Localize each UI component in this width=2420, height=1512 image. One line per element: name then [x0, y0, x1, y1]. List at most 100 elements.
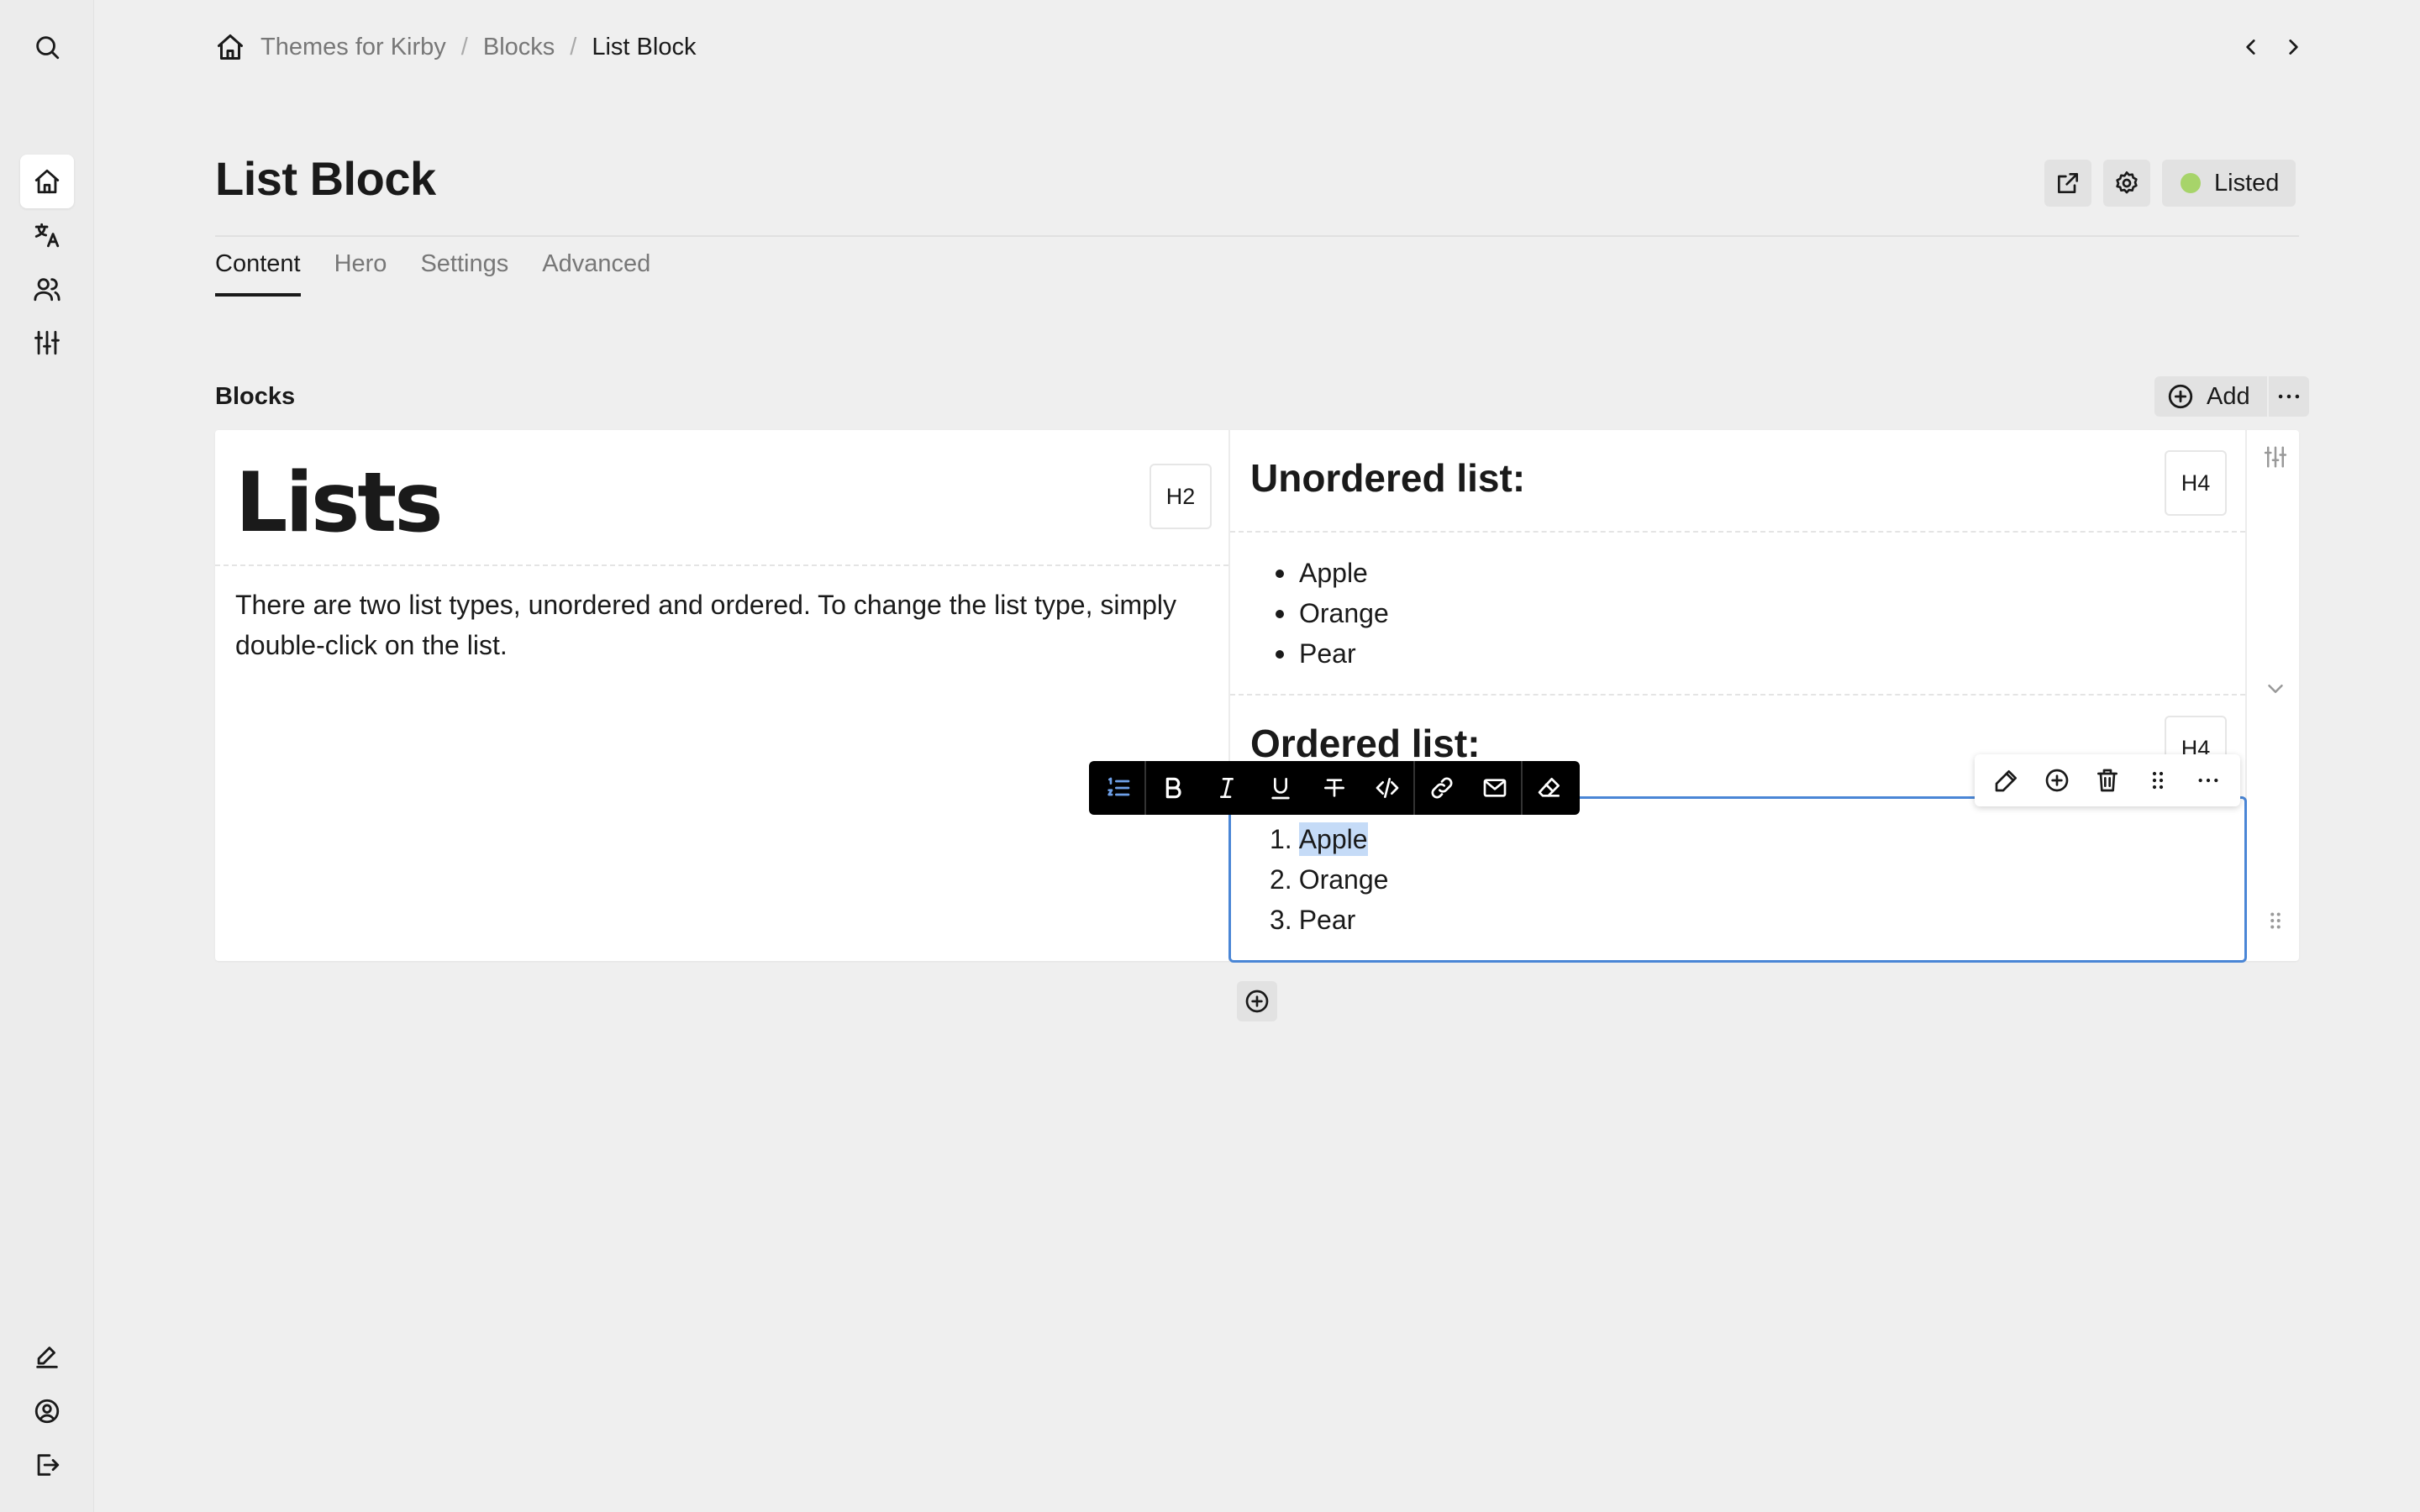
settings-button[interactable] [2103, 160, 2150, 207]
drag-handle-icon [2270, 912, 2281, 929]
next-page-button[interactable] [2279, 30, 2307, 64]
underline-icon [1271, 778, 1290, 800]
list-item: 1. Apple [1270, 819, 1388, 859]
status-button[interactable]: Listed [2162, 160, 2296, 207]
mail-icon [1483, 779, 1507, 797]
status-label: Listed [2214, 169, 2280, 197]
layout-settings-button[interactable] [2260, 442, 2291, 472]
heading-level-selector[interactable]: H2 [1150, 464, 1212, 529]
breadcrumb-item-current[interactable]: List Block [592, 34, 696, 61]
email-button[interactable] [1469, 761, 1523, 815]
tab-bar: Content Hero Settings Advanced [215, 250, 650, 297]
underline-button[interactable] [1254, 761, 1307, 815]
ordered-list-block[interactable]: 1. Apple 2. Orange 3. Pear [1228, 796, 2247, 963]
list-number: 2. [1270, 864, 1292, 895]
sidebar-menu [0, 0, 94, 1512]
more-horizontal-icon [2198, 778, 2218, 783]
tab-settings[interactable]: Settings [420, 250, 508, 297]
list-item: 2. Orange [1270, 859, 1388, 900]
list-item: 3. Pear [1270, 900, 1388, 940]
code-button[interactable] [1361, 761, 1415, 815]
home-icon[interactable] [215, 32, 245, 62]
blocks-field-actions: Add [2154, 376, 2309, 417]
bold-button[interactable] [1146, 761, 1200, 815]
breadcrumb-item-themes[interactable]: Themes for Kirby [260, 34, 446, 61]
blocks-options-button[interactable] [2269, 376, 2309, 417]
tab-hero[interactable]: Hero [334, 250, 387, 297]
link-icon [1431, 777, 1453, 799]
add-block-button[interactable]: Add [2154, 376, 2269, 417]
insert-block-button[interactable] [2032, 757, 2082, 804]
block-separator [1230, 531, 2245, 533]
sort-block-handle[interactable] [2133, 757, 2183, 804]
plus-circle-icon [2168, 384, 2193, 409]
heading-level-selector[interactable]: H4 [2165, 450, 2227, 516]
menu-item-site[interactable] [20, 155, 74, 208]
search-button[interactable] [20, 20, 74, 74]
user-circle-icon [34, 1399, 60, 1424]
italic-button[interactable] [1200, 761, 1254, 815]
breadcrumb-item-blocks[interactable]: Blocks [483, 34, 555, 61]
list-item: Apple [1276, 553, 1389, 593]
page-title: List Block [215, 152, 436, 205]
home-icon [34, 169, 60, 194]
tab-content[interactable]: Content [215, 250, 301, 297]
trash-icon [2097, 769, 2118, 792]
insert-block-below-button[interactable] [1237, 981, 1277, 1021]
menu-item-logout[interactable] [20, 1438, 74, 1492]
external-link-icon [2058, 173, 2078, 193]
pencil-icon [36, 1347, 58, 1368]
text-block[interactable]: There are two list types, unordered and … [235, 585, 1210, 665]
add-block-label: Add [2207, 382, 2250, 410]
block-options-toolbar [1975, 754, 2240, 806]
strikethrough-icon [1324, 779, 1344, 797]
header-divider [215, 235, 2299, 237]
menu-item-languages[interactable] [20, 208, 74, 262]
more-block-options-button[interactable] [2183, 757, 2233, 804]
strikethrough-button[interactable] [1307, 761, 1361, 815]
list-number: 1. [1270, 824, 1292, 854]
link-button[interactable] [1415, 761, 1469, 815]
drag-handle[interactable] [2260, 906, 2291, 936]
header-actions: Listed [2044, 160, 2296, 207]
clear-formatting-button[interactable] [1523, 761, 1576, 815]
selected-text[interactable]: Apple [1298, 822, 1368, 856]
sliders-icon [34, 330, 60, 355]
pencil-icon [1995, 770, 2017, 792]
edit-block-button[interactable] [1981, 757, 2032, 804]
page-navigation [2237, 30, 2307, 64]
menu-item-edit[interactable] [20, 1331, 74, 1384]
list-item-text[interactable]: Pear [1299, 905, 1356, 935]
breadcrumb-separator: / [460, 33, 468, 60]
plus-circle-icon [1245, 990, 1269, 1013]
gear-icon [2116, 171, 2138, 194]
bold-icon [1165, 777, 1181, 799]
heading-block-ordered[interactable]: Ordered list: [1250, 721, 1481, 766]
block-separator [1230, 694, 2245, 696]
translate-icon [34, 223, 60, 248]
delete-block-button[interactable] [2082, 757, 2133, 804]
tab-advanced[interactable]: Advanced [542, 250, 650, 297]
list-item-text[interactable]: Orange [1299, 864, 1389, 895]
ordered-list-icon [1107, 777, 1130, 796]
heading-block[interactable]: Lists [235, 455, 444, 551]
previous-page-button[interactable] [2237, 30, 2265, 64]
list-type-button[interactable] [1092, 761, 1146, 815]
menu-item-account[interactable] [20, 1384, 74, 1438]
chevron-down-icon [2268, 685, 2283, 693]
italic-icon [1220, 778, 1234, 798]
menu-item-system[interactable] [20, 316, 74, 370]
list-item: Orange [1276, 593, 1389, 633]
chevron-right-icon [2289, 39, 2298, 55]
chevron-left-icon [2246, 39, 2255, 55]
menu-item-users[interactable] [20, 262, 74, 316]
collapse-button[interactable] [2260, 674, 2291, 704]
breadcrumb: Themes for Kirby / Blocks / List Block [215, 29, 696, 66]
heading-block-unordered[interactable]: Unordered list: [1250, 455, 1525, 501]
users-icon [34, 278, 60, 302]
blocks-field-label: Blocks [215, 383, 296, 410]
open-page-button[interactable] [2044, 160, 2091, 207]
drag-handle-icon [2152, 771, 2164, 790]
sliders-icon [2264, 446, 2287, 468]
unordered-list-block[interactable]: Apple Orange Pear [1276, 553, 1389, 674]
